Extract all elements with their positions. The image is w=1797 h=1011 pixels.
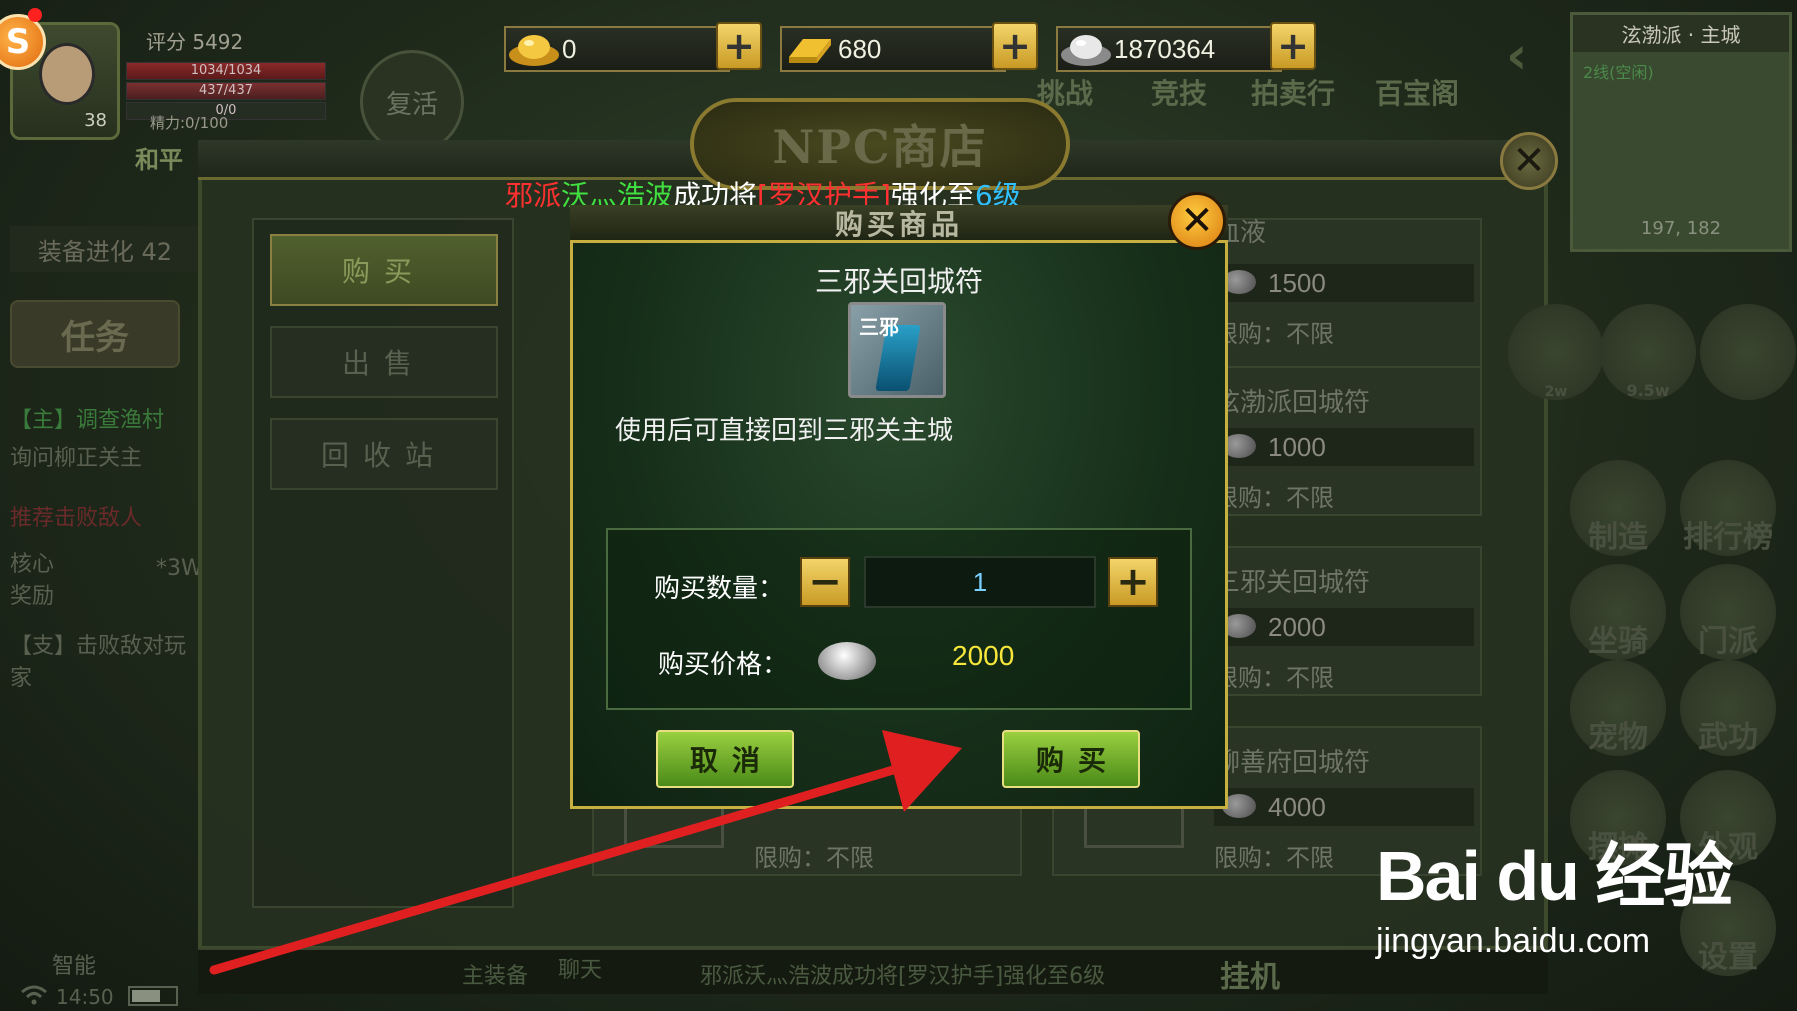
hp-text: 1034/1034	[190, 63, 262, 78]
shop-tab-column	[252, 218, 514, 908]
potion-count: 2w	[1544, 384, 1568, 400]
wifi-icon	[20, 985, 48, 1010]
wing-count: 9.5w	[1626, 381, 1670, 400]
item-name: 聊善府回城符	[1214, 748, 1371, 778]
gold-ingot-display: 0	[504, 26, 730, 72]
item-price: 4000	[1268, 792, 1326, 822]
ranking-icon[interactable]: 排行榜	[1680, 460, 1776, 556]
martial-arts-icon[interactable]: 武功	[1680, 660, 1776, 756]
item-price: 1500	[1268, 268, 1326, 298]
treasure-pavilion-icon[interactable]: 百宝阁	[1362, 12, 1472, 112]
price-label: 购买价格：	[658, 650, 789, 680]
quest-main-desc: 询问柳正关主	[10, 446, 143, 471]
chat-ticker: 邪派沃灬浩波成功将[罗汉护手]强化至6级	[700, 964, 1106, 989]
item-name: 泫渤派回城符	[1214, 388, 1371, 418]
arena-icon[interactable]: 竞技	[1124, 12, 1234, 112]
close-icon: ✕	[1180, 198, 1214, 244]
item-limit: 限购：不限	[754, 844, 874, 872]
coin-badge-letter: S	[5, 22, 31, 62]
gold-bar-display: 680	[780, 26, 1006, 72]
dialog-item-name: 三邪关回城符	[814, 265, 983, 298]
tab-recycle[interactable]: 回收站	[270, 418, 498, 490]
quantity-label: 购买数量：	[654, 574, 785, 604]
mount-icon[interactable]: 坐骑	[1570, 564, 1666, 660]
quest-main[interactable]: 【主】调查渔村	[10, 402, 200, 434]
silver-icon	[818, 642, 876, 680]
item-limit: 限购：不限	[1214, 664, 1334, 692]
item-limit: 限购：不限	[1214, 844, 1334, 872]
menu-diamond-icon[interactable]	[1700, 304, 1796, 400]
scroll-item-icon: 三邪	[848, 302, 946, 398]
clock: 14:50	[56, 985, 114, 1009]
equip-evolve-banner[interactable]: 装备进化 42	[10, 226, 200, 272]
tab-sell[interactable]: 出售	[270, 326, 498, 398]
challenge-icon[interactable]: 挑战	[1010, 12, 1120, 112]
quantity-input[interactable]	[864, 556, 1096, 608]
player-level: 38	[84, 110, 107, 131]
add-gold-ingot-button[interactable]: +	[716, 22, 762, 70]
buy-button[interactable]: 购买	[1002, 730, 1140, 788]
potion-icon[interactable]: 2w	[1508, 304, 1604, 400]
watermark-logo: Bai du 经验	[1376, 837, 1733, 915]
dialog-close-button[interactable]: ✕	[1168, 192, 1226, 250]
auction-icon[interactable]: 拍卖行	[1238, 12, 1348, 112]
quest-hint: 推荐击败敌人	[10, 506, 143, 531]
close-icon: ✕	[1512, 138, 1546, 184]
item-price: 2000	[1268, 612, 1326, 642]
pk-mode[interactable]: 和平	[135, 140, 183, 175]
minimap[interactable]: 泫渤派 · 主城 2线(空闲) 197, 182	[1570, 12, 1792, 252]
battery-icon	[128, 986, 178, 1006]
map-title: 泫渤派 · 主城	[1573, 15, 1789, 52]
main-equip-tab[interactable]: 主装备	[462, 958, 528, 990]
energy-text: 精力:0/100	[150, 114, 229, 132]
craft-icon[interactable]: 制造	[1570, 460, 1666, 556]
mp-text: 437/437	[198, 83, 253, 98]
avatar-face	[39, 43, 95, 105]
purchase-dialog-header: 购买商品	[570, 205, 1228, 243]
item-name: 三邪关回城符	[1214, 568, 1371, 598]
gold-bar-icon	[782, 29, 838, 69]
map-line: 2线(空闲)	[1583, 63, 1654, 82]
shop-close-button[interactable]: ✕	[1500, 132, 1558, 190]
cancel-button[interactable]: 取消	[656, 730, 794, 788]
item-icon-tag: 三邪	[859, 315, 899, 339]
reward-label: 核心奖励	[10, 552, 55, 609]
auto-button[interactable]: 智能	[30, 900, 118, 980]
quantity-plus-button[interactable]: +	[1108, 557, 1158, 607]
hp-bar: 1034/1034	[126, 62, 326, 80]
item-limit: 限购：不限	[1214, 320, 1334, 348]
collapse-arrow-icon[interactable]: ‹	[1506, 26, 1527, 86]
wing-icon[interactable]: 9.5w	[1600, 304, 1696, 400]
pet-icon[interactable]: 宠物	[1570, 660, 1666, 756]
baidu-watermark: Bai du 经验 jingyan.baidu.com	[1376, 820, 1786, 970]
combat-score: 评分 5492	[146, 30, 244, 54]
quantity-minus-button[interactable]: −	[800, 557, 850, 607]
revive-button[interactable]: 复活	[360, 50, 464, 154]
quest-side[interactable]: 【支】击败敌对玩家	[10, 628, 200, 692]
watermark-url: jingyan.baidu.com	[1376, 922, 1651, 960]
purchase-price: 2000	[952, 640, 1015, 671]
gold-ingot-value: 0	[562, 33, 577, 64]
dialog-title: 购买商品	[834, 207, 963, 241]
item-price: 1000	[1268, 432, 1326, 462]
map-coordinates: 197, 182	[1640, 218, 1722, 239]
item-limit: 限购：不限	[1214, 484, 1334, 512]
tab-buy[interactable]: 购买	[270, 234, 498, 306]
gold-bar-value: 680	[838, 33, 882, 64]
quest-button[interactable]: 任务	[10, 300, 180, 368]
notification-dot	[28, 8, 42, 22]
chat-tab[interactable]: 聊天	[558, 952, 602, 984]
dialog-item-description: 使用后可直接回到三邪关主城	[615, 416, 954, 446]
sect-icon[interactable]: 门派	[1680, 564, 1776, 660]
mp-bar: 437/437	[126, 82, 326, 100]
idle-button[interactable]: 挂机	[1220, 952, 1280, 996]
broadcast-faction: 邪派	[505, 179, 562, 212]
gold-ingot-icon	[506, 29, 562, 69]
